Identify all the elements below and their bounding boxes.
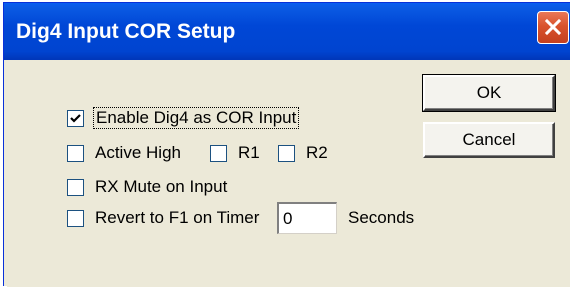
r2-label: R2 xyxy=(306,143,328,162)
cancel-button[interactable]: Cancel xyxy=(423,122,555,158)
enable-dig4-checkbox[interactable] xyxy=(67,109,84,127)
timer-seconds-input[interactable] xyxy=(277,202,337,234)
cancel-button-label: Cancel xyxy=(462,130,516,149)
seconds-label: Seconds xyxy=(348,208,415,227)
dialog-window: Dig4 Input COR Setup Enable Dig4 as COR … xyxy=(3,2,570,287)
revert-f1-checkbox[interactable] xyxy=(67,209,84,227)
enable-dig4-option[interactable]: Enable Dig4 as COR Input xyxy=(67,107,300,129)
rx-mute-label: RX Mute on Input xyxy=(95,177,228,196)
rx-mute-option[interactable]: RX Mute on Input xyxy=(67,176,227,198)
enable-dig4-label: Enable Dig4 as COR Input xyxy=(93,107,300,129)
revert-f1-label: Revert to F1 on Timer xyxy=(95,208,260,227)
r2-option[interactable]: R2 xyxy=(278,142,328,164)
seconds-unit: Seconds xyxy=(348,207,414,229)
active-high-label: Active High xyxy=(95,143,181,162)
rx-mute-checkbox[interactable] xyxy=(67,178,84,196)
active-high-option[interactable]: Active High xyxy=(67,142,181,164)
r2-checkbox[interactable] xyxy=(278,144,295,162)
r1-option[interactable]: R1 xyxy=(210,142,260,164)
active-high-checkbox[interactable] xyxy=(67,144,84,162)
close-button[interactable] xyxy=(537,11,569,44)
dialog-body: Enable Dig4 as COR Input Active High R1 … xyxy=(7,60,570,287)
r1-checkbox[interactable] xyxy=(210,144,227,162)
ok-button-label: OK xyxy=(476,83,502,102)
ok-button[interactable]: OK xyxy=(422,74,556,112)
title-bar[interactable]: Dig4 Input COR Setup xyxy=(4,3,570,60)
revert-f1-option[interactable]: Revert to F1 on Timer xyxy=(67,207,259,229)
r1-label: R1 xyxy=(238,143,260,162)
checkmark-icon xyxy=(70,113,81,123)
window-title: Dig4 Input COR Setup xyxy=(16,20,236,43)
